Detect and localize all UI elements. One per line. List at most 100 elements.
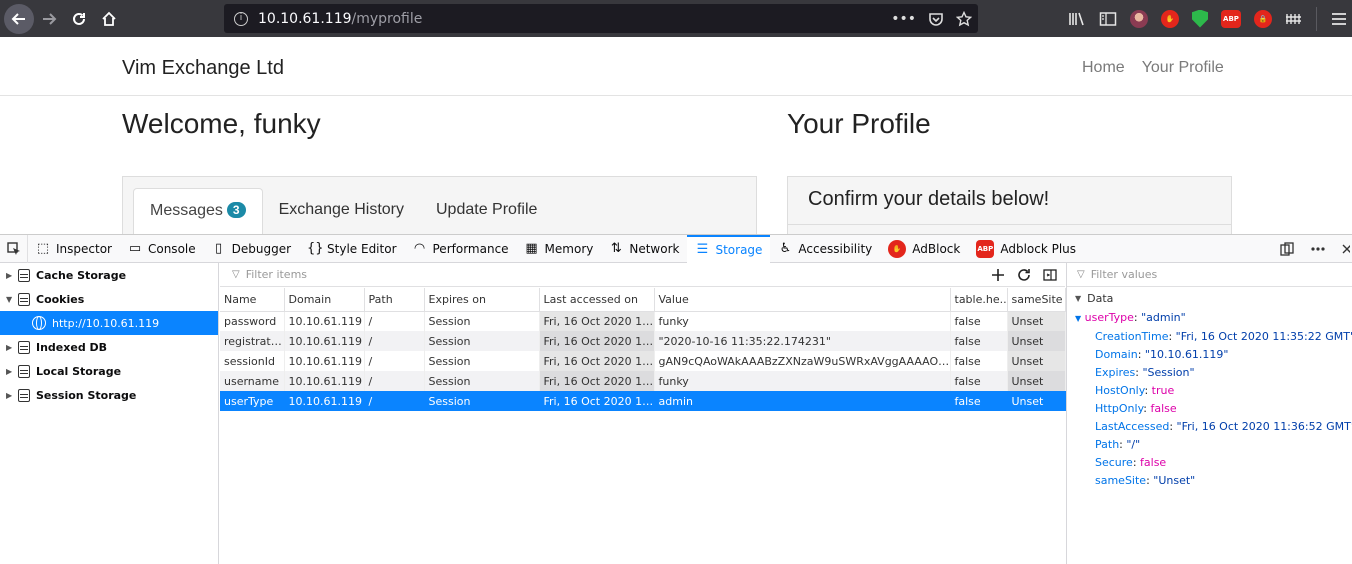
column-header-name[interactable]: Name xyxy=(220,288,285,312)
hamburger-menu-icon[interactable] xyxy=(1330,11,1348,27)
property-key: Path xyxy=(1095,438,1120,451)
tab-adblock[interactable]: ✋ AdBlock xyxy=(880,235,968,263)
cell-name: sessionId xyxy=(220,351,285,371)
property-row[interactable]: Path: "/" xyxy=(1095,436,1352,454)
library-icon[interactable] xyxy=(1068,11,1086,27)
site-brand[interactable]: Vim Exchange Ltd xyxy=(122,57,284,80)
add-item-icon[interactable] xyxy=(991,268,1005,282)
accessibility-icon: ♿ xyxy=(779,241,792,256)
picker-icon xyxy=(6,241,20,255)
close-icon[interactable] xyxy=(1342,242,1350,256)
column-header-samesite[interactable]: sameSite xyxy=(1007,288,1066,312)
tab-adblock-plus[interactable]: ABP Adblock Plus xyxy=(968,235,1084,263)
storage-db-icon xyxy=(18,364,30,378)
column-header-httponly[interactable]: table.he... xyxy=(950,288,1008,312)
expand-arrow-icon: ▶ xyxy=(6,366,13,376)
expand-arrow-icon: ▶ xyxy=(6,342,13,352)
property-row[interactable]: HttpOnly: false xyxy=(1095,400,1352,418)
property-row[interactable]: HostOnly: true xyxy=(1095,382,1352,400)
toggle-sidebar-icon[interactable] xyxy=(1043,268,1057,282)
confirm-details-heading: Confirm your details below! xyxy=(788,177,1231,225)
tab-messages[interactable]: Messages 3 xyxy=(133,188,263,234)
messages-panel: Messages 3 Exchange History Update Profil… xyxy=(122,176,757,236)
tab-update-profile[interactable]: Update Profile xyxy=(420,188,553,234)
tab-memory-label: Memory xyxy=(544,241,594,256)
data-section-header[interactable]: ▼ Data xyxy=(1067,287,1352,309)
abp-icon[interactable]: ABP xyxy=(1221,9,1241,28)
tab-inspector[interactable]: ⬚ Inspector xyxy=(28,235,120,263)
account-avatar[interactable] xyxy=(1130,9,1148,28)
site-navbar: Vim Exchange Ltd Home Your Profile xyxy=(0,37,1352,96)
reload-button[interactable] xyxy=(64,4,94,34)
table-row[interactable]: sessionId 10.10.61.119 / Session Fri, 16… xyxy=(220,351,1066,371)
tree-cookie-host[interactable]: http://10.10.61.119 xyxy=(0,311,218,335)
column-header-path[interactable]: Path xyxy=(364,288,425,312)
privacy-shield-icon[interactable] xyxy=(1192,9,1208,28)
more-options-icon[interactable] xyxy=(1310,242,1326,256)
cell-httponly: false xyxy=(950,391,1008,411)
root-entry[interactable]: ▼ userType: "admin" xyxy=(1067,309,1352,328)
tab-network[interactable]: ⇅ Network xyxy=(601,235,687,263)
pocket-icon[interactable] xyxy=(928,11,944,27)
tree-indexed-db[interactable]: ▶ Indexed DB xyxy=(0,335,218,359)
property-row[interactable]: Expires: "Session" xyxy=(1095,364,1352,382)
home-button[interactable] xyxy=(94,4,124,34)
tab-debugger[interactable]: ▯ Debugger xyxy=(204,235,299,263)
column-header-expires[interactable]: Expires on xyxy=(424,288,540,312)
url-bar[interactable]: i 10.10.61.119/myprofile ••• xyxy=(224,4,978,33)
column-header-value[interactable]: Value xyxy=(654,288,951,312)
element-picker-button[interactable] xyxy=(0,234,28,263)
panel-tabs: Messages 3 Exchange History Update Profil… xyxy=(133,188,553,234)
tab-console[interactable]: ▭ Console xyxy=(120,235,204,263)
tree-cache-storage[interactable]: ▶ Cache Storage xyxy=(0,263,218,287)
tab-accessibility[interactable]: ♿ Accessibility xyxy=(770,235,880,263)
cell-last-accessed: Fri, 16 Oct 2020 11:3... xyxy=(539,331,655,351)
cell-domain: 10.10.61.119 xyxy=(284,331,365,351)
nav-link-home[interactable]: Home xyxy=(1082,59,1125,77)
property-row[interactable]: Domain: "10.10.61.119" xyxy=(1095,346,1352,364)
dock-toggle-icon[interactable] xyxy=(1280,242,1294,256)
extension-grid-icon[interactable] xyxy=(1285,11,1303,27)
tree-cookies[interactable]: ▼ Cookies xyxy=(0,287,218,311)
tab-exchange-history[interactable]: Exchange History xyxy=(263,188,420,234)
filter-items-input[interactable]: Filter items xyxy=(246,268,307,281)
table-row[interactable]: username 10.10.61.119 / Session Fri, 16 … xyxy=(220,371,1066,391)
property-row[interactable]: Secure: false xyxy=(1095,454,1352,472)
bookmark-star-icon[interactable] xyxy=(956,10,972,27)
property-row[interactable]: LastAccessed: "Fri, 16 Oct 2020 11:36:52… xyxy=(1095,418,1352,436)
info-icon[interactable]: i xyxy=(234,11,248,26)
storage-db-icon xyxy=(18,340,30,354)
nav-link-profile[interactable]: Your Profile xyxy=(1142,59,1224,77)
tree-session-storage[interactable]: ▶ Session Storage xyxy=(0,383,218,407)
filter-values-bar[interactable]: ▽ Filter values xyxy=(1067,263,1352,287)
filter-items-bar[interactable]: ▽ Filter items xyxy=(220,263,1065,287)
property-value: "Unset" xyxy=(1153,474,1196,487)
back-button[interactable] xyxy=(4,3,34,34)
inspector-icon: ⬚ xyxy=(36,241,50,256)
tree-local-storage[interactable]: ▶ Local Storage xyxy=(0,359,218,383)
cell-name: userType xyxy=(220,391,285,411)
storage-db-icon xyxy=(18,292,30,306)
console-icon: ▭ xyxy=(128,241,142,256)
tab-storage[interactable]: ☰ Storage xyxy=(687,234,771,263)
cell-path: / xyxy=(364,311,425,331)
table-row[interactable]: registrati... 10.10.61.119 / Session Fri… xyxy=(220,331,1066,351)
page-actions-icon[interactable]: ••• xyxy=(891,11,916,27)
table-row[interactable]: password 10.10.61.119 / Session Fri, 16 … xyxy=(220,311,1066,331)
stop-hand-icon[interactable]: ✋ xyxy=(1161,9,1179,28)
refresh-icon[interactable] xyxy=(1017,268,1031,282)
property-value: "Fri, 16 Oct 2020 11:36:52 GMT" xyxy=(1176,420,1352,433)
tab-memory[interactable]: ▦ Memory xyxy=(517,235,602,263)
tab-style-editor[interactable]: {} Style Editor xyxy=(299,235,404,263)
sidebar-icon[interactable] xyxy=(1099,11,1117,27)
property-key: HttpOnly xyxy=(1095,402,1144,415)
column-header-last-accessed[interactable]: Last accessed on xyxy=(539,288,655,312)
column-header-domain[interactable]: Domain xyxy=(284,288,365,312)
table-row-selected[interactable]: userType 10.10.61.119 / Session Fri, 16 … xyxy=(220,391,1066,411)
tab-performance[interactable]: ◠ Performance xyxy=(405,235,517,263)
property-row[interactable]: CreationTime: "Fri, 16 Oct 2020 11:35:22… xyxy=(1095,328,1352,346)
forward-button[interactable] xyxy=(34,4,64,34)
filter-values-input[interactable]: Filter values xyxy=(1091,268,1158,281)
property-row[interactable]: sameSite: "Unset" xyxy=(1095,472,1352,490)
lock-extension-icon[interactable]: 🔒 xyxy=(1254,9,1272,28)
